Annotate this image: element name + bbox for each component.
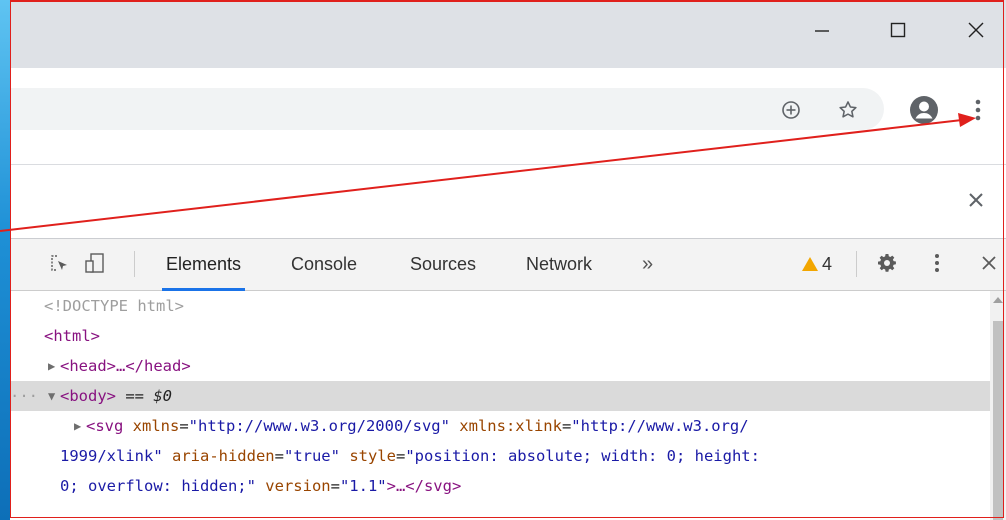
more-tabs-button[interactable]: » [642,239,653,290]
warnings-counter[interactable]: 4 [802,251,832,277]
body-eq: == [116,387,154,405]
attr-value: 0; overflow: hidden;" [60,477,256,495]
dom-node-doctype[interactable]: <!DOCTYPE html> [10,291,990,321]
tab-label: Elements [166,254,242,274]
attr-name: style [339,447,396,465]
attr-name: aria-hidden [162,447,275,465]
info-bar [10,166,1006,238]
maximize-icon [890,22,906,38]
warning-icon [802,257,818,271]
title-bar [10,0,1006,68]
expand-triangle-icon[interactable]: ▶ [74,411,81,441]
dom-scrollbar-thumb[interactable] [993,321,1003,520]
close-window-button[interactable] [952,8,1000,52]
close-icon [968,22,984,38]
head-tag: <head>…</head> [60,357,191,375]
more-vert-icon[interactable] [968,96,988,124]
minimize-button[interactable] [798,8,846,52]
attr-value: "position: absolute; width: 0; height: [405,447,760,465]
attr-value: "http://www.w3.org/2000/svg" [188,417,450,435]
tab-divider [856,251,857,277]
elements-dom-tree: <!DOCTYPE html> <html> ▶ <head>…</head> … [10,291,990,520]
close-icon [969,193,983,207]
browser-window: Elements Console Sources Network » 4 <!D… [10,0,1006,520]
tab-console[interactable]: Console [291,239,357,290]
svg-close-tag: >…</svg> [386,477,462,495]
scroll-up-arrow-icon[interactable] [993,297,1003,303]
dom-node-head[interactable]: ▶ <head>…</head> [10,351,990,381]
attr-name: xmlns:xlink [449,417,562,435]
inspect-element-icon[interactable] [46,249,72,277]
browser-toolbar [10,68,1006,166]
warnings-count: 4 [822,253,833,274]
collapse-triangle-icon[interactable]: ▼ [48,381,55,411]
tab-sources[interactable]: Sources [410,239,476,290]
desktop-background [0,0,10,520]
dom-node-svg-cont: 1999/xlink" aria-hidden="true" style="po… [60,447,760,465]
attr-value: 1999/xlink" [60,447,163,465]
maximize-button[interactable] [874,8,922,52]
body-tag: <body> [60,387,116,405]
devtools-tab-bar: Elements Console Sources Network » 4 [10,239,1006,291]
attr-value: "http://www.w3.org/ [571,417,749,435]
add-circle-icon[interactable] [778,97,804,123]
dom-node-html[interactable]: <html> [10,321,990,351]
dom-node-svg[interactable]: ▶ <svg xmlns="http://www.w3.org/2000/svg… [10,411,990,441]
infobar-close-button[interactable] [958,182,994,218]
device-toolbar-icon[interactable] [82,249,108,277]
settings-gear-icon[interactable] [874,249,900,277]
chevron-double-right-icon: » [642,253,654,275]
tab-label: Sources [410,254,477,274]
html-tag: <html> [44,327,100,345]
doctype-text: <!DOCTYPE html> [44,297,184,315]
tab-label: Console [291,254,358,274]
close-devtools-icon[interactable] [976,249,1002,277]
dom-node-svg-cont: 0; overflow: hidden;" version="1.1">…</s… [60,477,462,495]
customize-menu-icon[interactable] [924,249,950,277]
tab-network[interactable]: Network [526,239,592,290]
selected-node-ref: $0 [153,387,172,405]
dom-node-body[interactable]: ··· ▼ <body> == $0 [10,381,990,411]
attr-value: "true" [283,447,340,465]
account-icon[interactable] [906,92,942,128]
toolbar-separator [10,164,1006,165]
tab-label: Network [526,254,593,274]
expand-triangle-icon[interactable]: ▶ [48,351,55,381]
tab-elements[interactable]: Elements [161,239,246,291]
tab-divider [134,251,135,277]
node-actions-ellipsis[interactable]: ··· [10,381,38,411]
attr-name: version [255,477,331,495]
attr-value: "1.1" [339,477,387,495]
minimize-icon [815,30,829,32]
devtools-panel: Elements Console Sources Network » 4 <!D… [10,238,1006,520]
attr-name: xmlns [123,417,180,435]
star-icon[interactable] [835,97,861,123]
svg-tag: <svg [86,417,124,435]
address-bar[interactable] [10,88,884,130]
